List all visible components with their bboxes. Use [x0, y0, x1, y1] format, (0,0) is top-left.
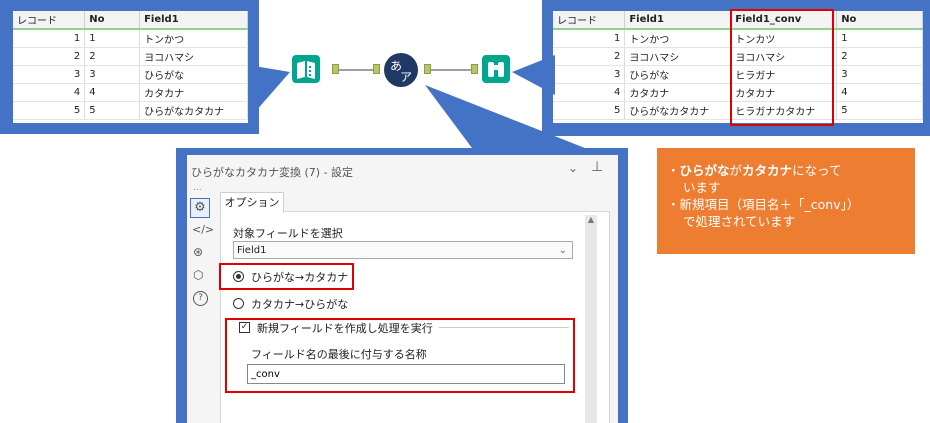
callout-ga: が: [729, 163, 743, 178]
record-number: 3: [13, 65, 86, 84]
column-header-field1[interactable]: Field1: [624, 11, 732, 30]
cell-no: 4: [84, 83, 141, 102]
cell-field1: ひらがなカタカナ: [624, 101, 732, 120]
new-field-highlight: [225, 318, 575, 393]
cell-no: 2: [84, 47, 141, 66]
table-row[interactable]: 2 2 ヨコハマシ: [13, 47, 248, 66]
chevron-down-icon: ⌄: [558, 245, 567, 256]
input-anchor[interactable]: [373, 64, 380, 74]
settings-panel: ひらがなカタカナ変換 (7) - 設定 ⌄ ⊥ ... ⚙ </> ⊛ ⬡ ? …: [187, 155, 618, 423]
callout-hiragana: ひらがな: [679, 163, 730, 178]
column-header-no[interactable]: No: [836, 11, 923, 30]
field-select-label: 対象フィールドを選択: [233, 227, 343, 240]
tag-icon[interactable]: ⬡: [193, 268, 203, 282]
cell-field1: ヨコハマシ: [624, 47, 732, 66]
record-number: 1: [553, 29, 626, 48]
output-anchor[interactable]: [332, 64, 339, 74]
annotation-icon[interactable]: ⊛: [193, 245, 203, 259]
table-row[interactable]: 1 1 トンかつ: [13, 29, 248, 48]
book-icon: [292, 55, 320, 83]
browse-tool-node[interactable]: [482, 55, 510, 83]
code-icon[interactable]: </>: [192, 223, 214, 236]
callout-line-4: で処理されています: [683, 214, 796, 229]
callout-katakana: カタカナ: [742, 163, 793, 178]
table-row[interactable]: 5 5 ひらがなカタカナ: [13, 101, 248, 120]
scroll-up-arrow-icon[interactable]: ▲: [585, 215, 597, 227]
radio-kata-to-hira[interactable]: [233, 298, 244, 309]
pin-icon[interactable]: ⊥: [591, 159, 603, 175]
cell-no: 4: [836, 83, 923, 102]
cell-no: 1: [84, 29, 141, 48]
explanation-callout: ・ひらがながカタカナになって います ・新規項目（項目名＋「_conv」） で処…: [657, 148, 915, 254]
cell-no: 3: [836, 65, 923, 84]
callout-line-2: います: [683, 180, 721, 195]
ellipsis-label: ...: [193, 183, 202, 193]
cell-field1: ひらがな: [624, 65, 732, 84]
binoculars-icon: [482, 55, 510, 83]
column-header-record[interactable]: レコード: [553, 11, 626, 30]
table-row[interactable]: 3 3 ひらがな: [13, 65, 248, 84]
cell-field1: トンかつ: [624, 29, 732, 48]
callout-line-3: ・新規項目（項目名＋「_conv」）: [667, 197, 860, 212]
record-number: 1: [13, 29, 86, 48]
input-data-grid: レコード No Field1 1 1 トンかつ 2 2 ヨコハマシ 3 3 ひらがな 44カ…: [13, 11, 248, 120]
panel-title: ひらがなカタカナ変換 (7) - 設定: [191, 166, 354, 179]
callout-line-1: ・ひらがながカタカナになって: [667, 162, 905, 179]
connection-wire: [339, 69, 373, 71]
column-header-no[interactable]: No: [84, 11, 141, 30]
cell-field1: トンかつ: [139, 29, 248, 48]
field-select[interactable]: Field1 ⌄: [233, 241, 573, 259]
column-header-field1[interactable]: Field1: [139, 11, 248, 30]
input-anchor[interactable]: [471, 64, 478, 74]
scrollbar[interactable]: [585, 215, 597, 423]
collapse-chevron-icon[interactable]: ⌄: [568, 161, 578, 175]
record-number: 4: [13, 83, 86, 102]
cell-no: 5: [84, 101, 141, 120]
field-select-value: Field1: [237, 245, 267, 256]
cell-no: 1: [836, 29, 923, 48]
callout-natte: になって: [792, 163, 842, 178]
record-number: 5: [13, 101, 86, 120]
cell-field1: カタカナ: [624, 83, 732, 102]
input-table-panel: レコード No Field1 1 1 トンかつ 2 2 ヨコハマシ 3 3 ひらがな 44カ…: [13, 11, 248, 123]
column-header-record[interactable]: レコード: [13, 11, 86, 30]
radio-kata-to-hira-label[interactable]: カタカナ→ひらがな: [251, 296, 348, 312]
field1-conv-highlight: [730, 9, 834, 126]
cell-no: 2: [836, 47, 923, 66]
output-anchor[interactable]: [424, 64, 431, 74]
tab-options[interactable]: オプション: [220, 192, 284, 213]
callout-bullet: ・: [667, 163, 680, 178]
cell-no: 5: [836, 101, 923, 120]
record-number: 2: [13, 47, 86, 66]
radio-highlight: [219, 263, 354, 290]
settings-gear-icon[interactable]: ⚙: [190, 198, 210, 218]
cell-no: 3: [84, 65, 141, 84]
table-row[interactable]: 4 4 カタカナ: [13, 83, 248, 102]
input-tool-node[interactable]: [292, 55, 320, 83]
settings-callout-pointer: [425, 85, 595, 152]
connection-wire: [431, 69, 471, 71]
help-icon[interactable]: ?: [193, 291, 208, 306]
